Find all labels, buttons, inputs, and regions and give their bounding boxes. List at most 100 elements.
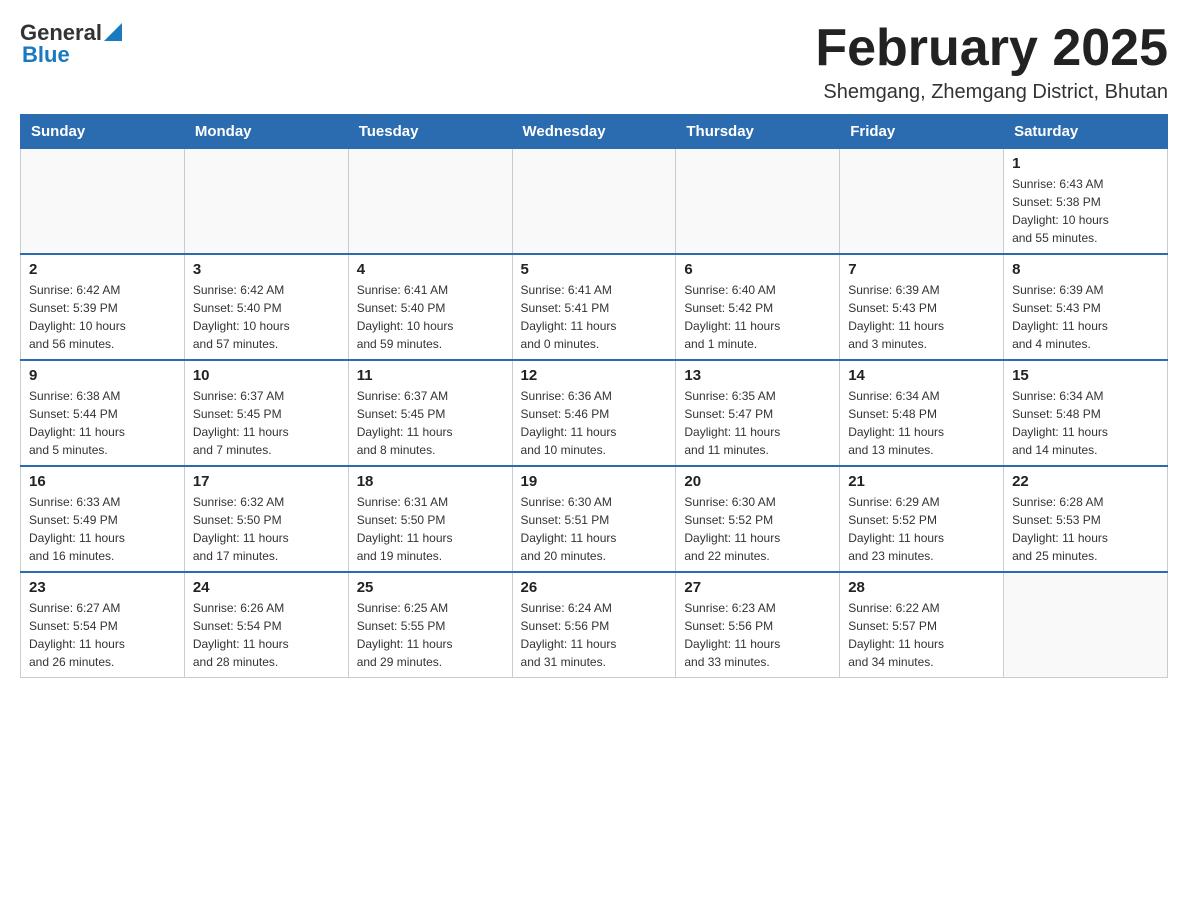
calendar-cell: 28 Sunrise: 6:22 AM Sunset: 5:57 PM Dayli… bbox=[840, 572, 1004, 678]
day-number: 3 bbox=[193, 261, 340, 278]
day-number: 4 bbox=[357, 261, 504, 278]
day-number: 24 bbox=[193, 579, 340, 596]
calendar-week-row: 1 Sunrise: 6:43 AM Sunset: 5:38 PM Daylig… bbox=[21, 149, 1168, 255]
day-info: Sunrise: 6:34 AM Sunset: 5:48 PM Dayligh… bbox=[848, 387, 995, 459]
day-number: 13 bbox=[684, 367, 831, 384]
logo-arrow-icon bbox=[104, 23, 122, 41]
calendar-cell bbox=[348, 149, 512, 255]
calendar-cell: 15Sunrise: 6:34 AM Sunset: 5:48 PM Dayli… bbox=[1004, 360, 1168, 466]
day-number: 27 bbox=[684, 579, 831, 596]
calendar-day-header: Monday bbox=[184, 115, 348, 149]
day-info: Sunrise: 6:26 AM Sunset: 5:54 PM Dayligh… bbox=[193, 599, 340, 671]
day-info: Sunrise: 6:40 AM Sunset: 5:42 PM Dayligh… bbox=[684, 281, 831, 353]
calendar-cell: 1 Sunrise: 6:43 AM Sunset: 5:38 PM Daylig… bbox=[1004, 149, 1168, 255]
day-number: 17 bbox=[193, 473, 340, 490]
day-number: 23 bbox=[29, 579, 176, 596]
day-info: Sunrise: 6:30 AM Sunset: 5:51 PM Dayligh… bbox=[521, 493, 668, 565]
day-info: Sunrise: 6:43 AM Sunset: 5:38 PM Dayligh… bbox=[1012, 175, 1159, 247]
calendar-cell: 21 Sunrise: 6:29 AM Sunset: 5:52 PM Dayli… bbox=[840, 466, 1004, 572]
day-number: 28 bbox=[848, 579, 995, 596]
day-info: Sunrise: 6:39 AM Sunset: 5:43 PM Dayligh… bbox=[1012, 281, 1159, 353]
day-number: 9 bbox=[29, 367, 176, 384]
day-number: 10 bbox=[193, 367, 340, 384]
day-info: Sunrise: 6:35 AM Sunset: 5:47 PM Dayligh… bbox=[684, 387, 831, 459]
day-number: 18 bbox=[357, 473, 504, 490]
day-number: 6 bbox=[684, 261, 831, 278]
day-info: Sunrise: 6:22 AM Sunset: 5:57 PM Dayligh… bbox=[848, 599, 995, 671]
day-number: 12 bbox=[521, 367, 668, 384]
day-info: Sunrise: 6:27 AM Sunset: 5:54 PM Dayligh… bbox=[29, 599, 176, 671]
subtitle: Shemgang, Zhemgang District, Bhutan bbox=[815, 81, 1168, 104]
calendar-cell: 6 Sunrise: 6:40 AM Sunset: 5:42 PM Daylig… bbox=[676, 254, 840, 360]
day-info: Sunrise: 6:29 AM Sunset: 5:52 PM Dayligh… bbox=[848, 493, 995, 565]
day-number: 21 bbox=[848, 473, 995, 490]
day-number: 25 bbox=[357, 579, 504, 596]
day-number: 20 bbox=[684, 473, 831, 490]
day-info: Sunrise: 6:37 AM Sunset: 5:45 PM Dayligh… bbox=[193, 387, 340, 459]
calendar-day-header: Friday bbox=[840, 115, 1004, 149]
calendar-week-row: 23 Sunrise: 6:27 AM Sunset: 5:54 PM Dayli… bbox=[21, 572, 1168, 678]
logo: General Blue bbox=[20, 20, 122, 68]
calendar-cell: 10 Sunrise: 6:37 AM Sunset: 5:45 PM Dayli… bbox=[184, 360, 348, 466]
calendar-header-row: SundayMondayTuesdayWednesdayThursdayFrid… bbox=[21, 115, 1168, 149]
day-number: 22 bbox=[1012, 473, 1159, 490]
day-number: 1 bbox=[1012, 155, 1159, 172]
calendar-cell: 8 Sunrise: 6:39 AM Sunset: 5:43 PM Daylig… bbox=[1004, 254, 1168, 360]
day-info: Sunrise: 6:32 AM Sunset: 5:50 PM Dayligh… bbox=[193, 493, 340, 565]
calendar-cell bbox=[840, 149, 1004, 255]
calendar-cell: 2 Sunrise: 6:42 AM Sunset: 5:39 PM Daylig… bbox=[21, 254, 185, 360]
day-number: 8 bbox=[1012, 261, 1159, 278]
calendar-cell: 27 Sunrise: 6:23 AM Sunset: 5:56 PM Dayli… bbox=[676, 572, 840, 678]
calendar-day-header: Wednesday bbox=[512, 115, 676, 149]
calendar-cell: 22 Sunrise: 6:28 AM Sunset: 5:53 PM Dayli… bbox=[1004, 466, 1168, 572]
calendar-cell: 23 Sunrise: 6:27 AM Sunset: 5:54 PM Dayli… bbox=[21, 572, 185, 678]
page-header: General Blue February 2025 Shemgang, Zhe… bbox=[20, 20, 1168, 104]
main-title: February 2025 bbox=[815, 20, 1168, 77]
day-info: Sunrise: 6:24 AM Sunset: 5:56 PM Dayligh… bbox=[521, 599, 668, 671]
day-info: Sunrise: 6:42 AM Sunset: 5:40 PM Dayligh… bbox=[193, 281, 340, 353]
day-number: 7 bbox=[848, 261, 995, 278]
calendar-cell: 7Sunrise: 6:39 AM Sunset: 5:43 PM Daylig… bbox=[840, 254, 1004, 360]
calendar-cell: 20 Sunrise: 6:30 AM Sunset: 5:52 PM Dayli… bbox=[676, 466, 840, 572]
day-info: Sunrise: 6:38 AM Sunset: 5:44 PM Dayligh… bbox=[29, 387, 176, 459]
day-info: Sunrise: 6:28 AM Sunset: 5:53 PM Dayligh… bbox=[1012, 493, 1159, 565]
day-number: 5 bbox=[521, 261, 668, 278]
calendar-day-header: Tuesday bbox=[348, 115, 512, 149]
calendar-cell: 5 Sunrise: 6:41 AM Sunset: 5:41 PM Daylig… bbox=[512, 254, 676, 360]
day-info: Sunrise: 6:33 AM Sunset: 5:49 PM Dayligh… bbox=[29, 493, 176, 565]
calendar-week-row: 9 Sunrise: 6:38 AM Sunset: 5:44 PM Daylig… bbox=[21, 360, 1168, 466]
calendar-cell: 25 Sunrise: 6:25 AM Sunset: 5:55 PM Dayli… bbox=[348, 572, 512, 678]
calendar-cell: 3 Sunrise: 6:42 AM Sunset: 5:40 PM Daylig… bbox=[184, 254, 348, 360]
calendar-cell: 11Sunrise: 6:37 AM Sunset: 5:45 PM Dayli… bbox=[348, 360, 512, 466]
day-info: Sunrise: 6:36 AM Sunset: 5:46 PM Dayligh… bbox=[521, 387, 668, 459]
calendar-cell: 12 Sunrise: 6:36 AM Sunset: 5:46 PM Dayli… bbox=[512, 360, 676, 466]
calendar-cell bbox=[676, 149, 840, 255]
day-number: 26 bbox=[521, 579, 668, 596]
calendar-table: SundayMondayTuesdayWednesdayThursdayFrid… bbox=[20, 114, 1168, 678]
calendar-cell: 14Sunrise: 6:34 AM Sunset: 5:48 PM Dayli… bbox=[840, 360, 1004, 466]
day-info: Sunrise: 6:41 AM Sunset: 5:41 PM Dayligh… bbox=[521, 281, 668, 353]
calendar-cell: 26 Sunrise: 6:24 AM Sunset: 5:56 PM Dayli… bbox=[512, 572, 676, 678]
calendar-cell: 18Sunrise: 6:31 AM Sunset: 5:50 PM Dayli… bbox=[348, 466, 512, 572]
calendar-week-row: 16 Sunrise: 6:33 AM Sunset: 5:49 PM Dayli… bbox=[21, 466, 1168, 572]
day-info: Sunrise: 6:41 AM Sunset: 5:40 PM Dayligh… bbox=[357, 281, 504, 353]
day-number: 15 bbox=[1012, 367, 1159, 384]
day-number: 2 bbox=[29, 261, 176, 278]
day-info: Sunrise: 6:42 AM Sunset: 5:39 PM Dayligh… bbox=[29, 281, 176, 353]
calendar-cell: 13 Sunrise: 6:35 AM Sunset: 5:47 PM Dayli… bbox=[676, 360, 840, 466]
day-info: Sunrise: 6:37 AM Sunset: 5:45 PM Dayligh… bbox=[357, 387, 504, 459]
day-number: 16 bbox=[29, 473, 176, 490]
day-info: Sunrise: 6:30 AM Sunset: 5:52 PM Dayligh… bbox=[684, 493, 831, 565]
calendar-cell bbox=[21, 149, 185, 255]
day-info: Sunrise: 6:25 AM Sunset: 5:55 PM Dayligh… bbox=[357, 599, 504, 671]
calendar-cell: 4 Sunrise: 6:41 AM Sunset: 5:40 PM Daylig… bbox=[348, 254, 512, 360]
title-section: February 2025 Shemgang, Zhemgang Distric… bbox=[815, 20, 1168, 104]
day-info: Sunrise: 6:23 AM Sunset: 5:56 PM Dayligh… bbox=[684, 599, 831, 671]
calendar-week-row: 2 Sunrise: 6:42 AM Sunset: 5:39 PM Daylig… bbox=[21, 254, 1168, 360]
calendar-cell bbox=[1004, 572, 1168, 678]
calendar-day-header: Saturday bbox=[1004, 115, 1168, 149]
calendar-cell: 24 Sunrise: 6:26 AM Sunset: 5:54 PM Dayli… bbox=[184, 572, 348, 678]
calendar-cell bbox=[184, 149, 348, 255]
logo-text-blue: Blue bbox=[22, 42, 70, 68]
calendar-cell: 16 Sunrise: 6:33 AM Sunset: 5:49 PM Dayli… bbox=[21, 466, 185, 572]
